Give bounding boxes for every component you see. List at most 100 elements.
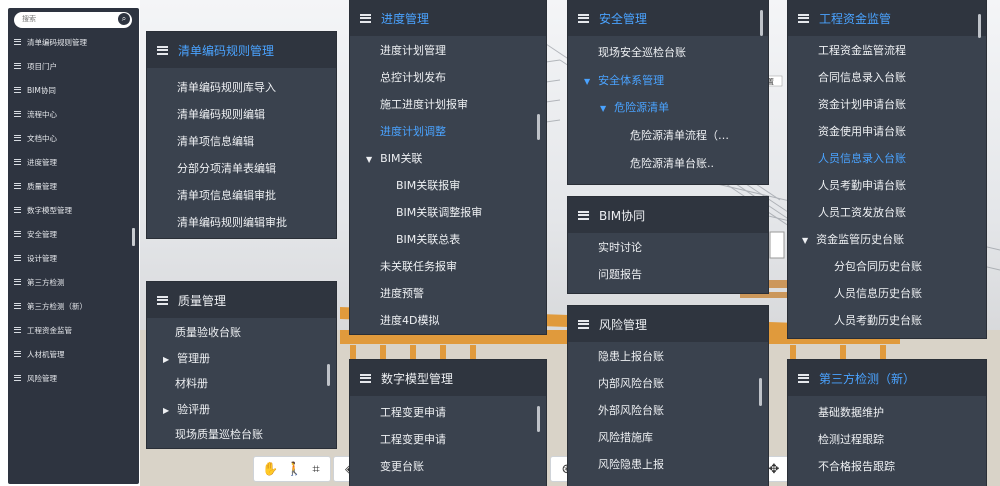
menu-item[interactable]: 现场质量巡检台账 <box>175 426 263 442</box>
menu-item-label: 管理册 <box>177 352 211 365</box>
submenu-item[interactable]: 危险源清单台账.. <box>630 155 714 171</box>
sidebar-item-docs[interactable]: 文档中心 <box>14 131 57 145</box>
menu-item[interactable]: 材料册 <box>175 375 208 391</box>
qingdan-panel-header[interactable]: 清单编码规则管理 <box>147 32 336 68</box>
menu-item[interactable]: 施工进度计划报审 <box>380 96 468 112</box>
submenu-item[interactable]: 分包合同历史台账 <box>834 258 922 274</box>
menu-item[interactable]: 清单项信息编辑审批 <box>177 187 276 203</box>
menu-item[interactable]: 风险措施库 <box>598 429 653 445</box>
search-input[interactable] <box>22 15 112 23</box>
menu-item[interactable]: 未关联任务报审 <box>380 258 457 274</box>
menu-item[interactable]: 基础数据维护 <box>818 404 884 420</box>
sidebar-item-design[interactable]: 设计管理 <box>14 251 57 265</box>
sidebar-item-flow[interactable]: 流程中心 <box>14 107 57 121</box>
menu-item[interactable]: 外部风险台账 <box>598 402 664 418</box>
sidebar-item-safety[interactable]: 安全管理 <box>14 227 57 241</box>
menu-item[interactable]: 人员考勤申请台账 <box>818 177 906 193</box>
sidebar-item-label: 安全管理 <box>27 229 57 239</box>
menu-item-active[interactable]: 人员信息录入台账 <box>818 150 906 166</box>
menu-item[interactable]: 资金计划申请台账 <box>818 96 906 112</box>
menu-icon <box>157 295 168 305</box>
menu-item[interactable]: 内部风险台账 <box>598 375 664 391</box>
sidebar-item-thirdparty[interactable]: 第三方检测 <box>14 275 65 289</box>
camera-icon[interactable]: ⌗ <box>310 462 322 477</box>
menu-item[interactable]: 清单项信息编辑 <box>177 133 254 149</box>
zijin-panel-header[interactable]: 工程资金监管 <box>788 0 986 36</box>
jindu-panel-header[interactable]: 进度管理 <box>350 0 546 36</box>
scrollbar[interactable] <box>759 378 762 406</box>
shuzi-panel: 数字模型管理 工程变更申请 工程变更申请 变更台账 <box>350 360 546 486</box>
menu-item[interactable]: 现场安全巡检台账 <box>598 44 686 60</box>
menu-item[interactable]: 实时讨论 <box>598 239 642 255</box>
search-icon[interactable]: ⌕ <box>118 13 130 25</box>
sidebar-item-progress[interactable]: 进度管理 <box>14 155 57 169</box>
submenu-item-expanded[interactable]: ▼ 危险源清单 <box>600 99 669 115</box>
menu-item[interactable]: 分部分项清单表编辑 <box>177 160 276 176</box>
menu-item[interactable]: 问题报告 <box>598 266 642 282</box>
fengxian-panel: 风险管理 隐患上报台账 内部风险台账 外部风险台账 风险措施库 风险隐患上报 <box>568 306 768 486</box>
menu-item[interactable]: 隐患上报台账 <box>598 348 664 364</box>
menu-icon <box>578 210 589 220</box>
submenu-item[interactable]: 人员信息历史台账 <box>834 285 922 301</box>
menu-item[interactable]: 合同信息录入台账 <box>818 69 906 85</box>
sidebar-item-thirdparty-new[interactable]: 第三方检测（新） <box>14 299 87 313</box>
menu-item[interactable]: 检测过程跟踪 <box>818 431 884 447</box>
menu-item[interactable]: 工程资金监管流程 <box>818 42 906 58</box>
menu-item[interactable]: 工程变更申请 <box>380 404 446 420</box>
sidebar-item-quality[interactable]: 质量管理 <box>14 179 57 193</box>
menu-item[interactable]: 进度计划管理 <box>380 42 446 58</box>
menu-item-expanded[interactable]: ▼ 安全体系管理 <box>584 72 664 88</box>
sidebar-scrollbar[interactable] <box>132 228 135 246</box>
sidebar-item-label: 流程中心 <box>27 109 57 119</box>
menu-item[interactable]: 总控计划发布 <box>380 69 446 85</box>
menu-item-expandable[interactable]: ▶ 管理册 <box>163 350 210 366</box>
menu-item[interactable]: 工程变更申请 <box>380 431 446 447</box>
sidebar-item-model[interactable]: 数字模型管理 <box>14 203 72 217</box>
menu-item[interactable]: 清单编码规则编辑 <box>177 106 265 122</box>
menu-item-expandable[interactable]: ▶ 验评册 <box>163 401 210 417</box>
sidebar-item-qingdan[interactable]: 清单编码规则管理 <box>14 35 87 49</box>
zhiliang-panel-header[interactable]: 质量管理 <box>147 282 336 318</box>
submenu-item[interactable]: 危险源清单流程（… <box>630 127 729 143</box>
disanfang-panel-header[interactable]: 第三方检测（新） <box>788 360 986 396</box>
search-box[interactable]: ⌕ <box>14 12 132 28</box>
shuzi-panel-header[interactable]: 数字模型管理 <box>350 360 546 396</box>
sidebar-item-portal[interactable]: 项目门户 <box>14 59 57 73</box>
fengxian-panel-header[interactable]: 风险管理 <box>568 306 768 342</box>
menu-item[interactable]: 质量验收台账 <box>175 324 241 340</box>
sidebar-item-bim[interactable]: BIM协同 <box>14 83 56 97</box>
menu-item[interactable]: 变更台账 <box>380 458 424 474</box>
menu-item[interactable]: 不合格报告跟踪 <box>818 458 895 474</box>
scrollbar[interactable] <box>537 114 540 140</box>
bim-panel-header[interactable]: BIM协同 <box>568 197 768 233</box>
submenu-item[interactable]: BIM关联总表 <box>396 231 460 247</box>
caret-down-icon: ▼ <box>600 104 607 113</box>
menu-item[interactable]: 进度4D模拟 <box>380 312 439 328</box>
sidebar-item-label: 数字模型管理 <box>27 205 72 215</box>
menu-item[interactable]: 资金使用申请台账 <box>818 123 906 139</box>
scrollbar[interactable] <box>978 14 981 38</box>
submenu-item[interactable]: BIM关联调整报审 <box>396 204 482 220</box>
menu-item-active[interactable]: 进度计划调整 <box>380 123 446 139</box>
menu-item[interactable]: 清单编码规则库导入 <box>177 79 276 95</box>
sidebar-item-resources[interactable]: 人材机管理 <box>14 347 65 361</box>
sidebar-item-risk[interactable]: 风险管理 <box>14 371 57 385</box>
menu-item[interactable]: 风险隐患上报 <box>598 456 664 472</box>
menu-item[interactable]: 清单编码规则编辑审批 <box>177 214 287 230</box>
hand-icon[interactable]: ✋ <box>262 462 278 477</box>
menu-item[interactable]: 进度预警 <box>380 285 424 301</box>
anquan-panel-header[interactable]: 安全管理 <box>568 0 768 36</box>
menu-item-expanded[interactable]: ▼ 资金监管历史台账 <box>802 231 904 247</box>
submenu-item[interactable]: BIM关联报审 <box>396 177 460 193</box>
scrollbar[interactable] <box>760 10 763 36</box>
menu-icon <box>14 255 21 261</box>
menu-item-expanded[interactable]: ▼ BIM关联 <box>366 150 422 166</box>
scrollbar[interactable] <box>537 406 540 432</box>
zijin-panel-body: 工程资金监管流程 合同信息录入台账 资金计划申请台账 资金使用申请台账 人员信息… <box>788 36 986 338</box>
sidebar-item-funds[interactable]: 工程资金监管 <box>14 323 72 337</box>
submenu-item[interactable]: 人员考勤历史台账 <box>834 312 922 328</box>
menu-item[interactable]: 人员工资发放台账 <box>818 204 906 220</box>
scrollbar[interactable] <box>327 364 330 386</box>
person-icon[interactable]: 🚶 <box>286 462 302 477</box>
disanfang-panel-body: 基础数据维护 检测过程跟踪 不合格报告跟踪 <box>788 396 986 486</box>
